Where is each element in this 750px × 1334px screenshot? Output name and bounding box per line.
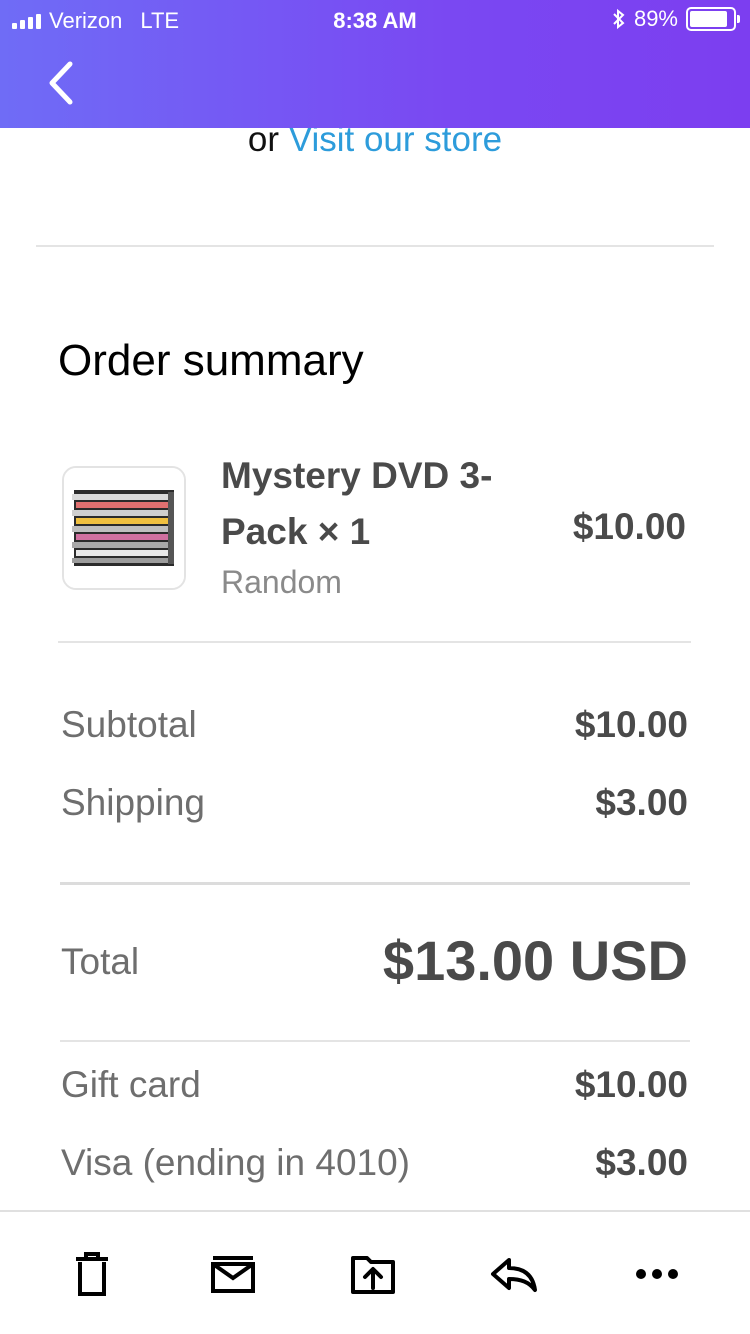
app-header: Verizon LTE 8:38 AM 89% (0, 0, 750, 128)
dvd-stack-image (64, 468, 184, 588)
battery-percent: 89% (633, 6, 678, 31)
battery-icon (686, 7, 740, 31)
total-label: Total (61, 941, 140, 982)
archive-button[interactable] (205, 1246, 261, 1302)
move-button[interactable] (345, 1246, 401, 1302)
product-price: $10.00 (572, 506, 686, 547)
payment-label: Visa (ending in 4010) (61, 1142, 411, 1183)
product-variant: Random (221, 564, 342, 600)
status-right: 89% (612, 6, 740, 32)
item-divider (58, 641, 691, 643)
reply-icon (491, 1258, 537, 1292)
back-button[interactable] (38, 58, 82, 108)
payment-value: $3.00 (595, 1142, 688, 1183)
subtotal-label: Subtotal (61, 704, 197, 745)
payment-value: $10.00 (574, 1064, 688, 1105)
subtotal-value: $10.00 (574, 704, 688, 745)
battery-level (690, 11, 728, 27)
product-thumbnail (62, 466, 186, 590)
visit-store-link[interactable]: Visit our store (289, 128, 502, 159)
bottom-toolbar (0, 1210, 750, 1334)
status-bar: Verizon LTE 8:38 AM 89% (0, 0, 750, 40)
chevron-left-icon (49, 61, 73, 105)
visit-store-row: or Visit our store (0, 128, 750, 160)
payments-divider (60, 1040, 690, 1042)
bluetooth-icon (613, 8, 625, 30)
reply-button[interactable] (486, 1246, 542, 1302)
total-value: $13.00 USD (382, 929, 688, 992)
shipping-label: Shipping (61, 782, 206, 823)
payment-label: Gift card (61, 1064, 201, 1105)
trash-icon (76, 1252, 108, 1296)
totals-divider (60, 882, 690, 885)
order-content: or Visit our store Order summary Mystery… (0, 128, 750, 1210)
more-icon (636, 1269, 678, 1279)
visit-store-prefix: or (247, 128, 280, 159)
shipping-value: $3.00 (595, 782, 688, 823)
delete-button[interactable] (64, 1246, 120, 1302)
move-folder-icon (351, 1256, 395, 1294)
section-divider (36, 245, 714, 247)
archive-icon (211, 1256, 255, 1293)
product-name: Mystery DVD 3-Pack × 1 (221, 455, 493, 552)
order-summary-title: Order summary (58, 336, 364, 385)
more-button[interactable] (629, 1246, 685, 1302)
